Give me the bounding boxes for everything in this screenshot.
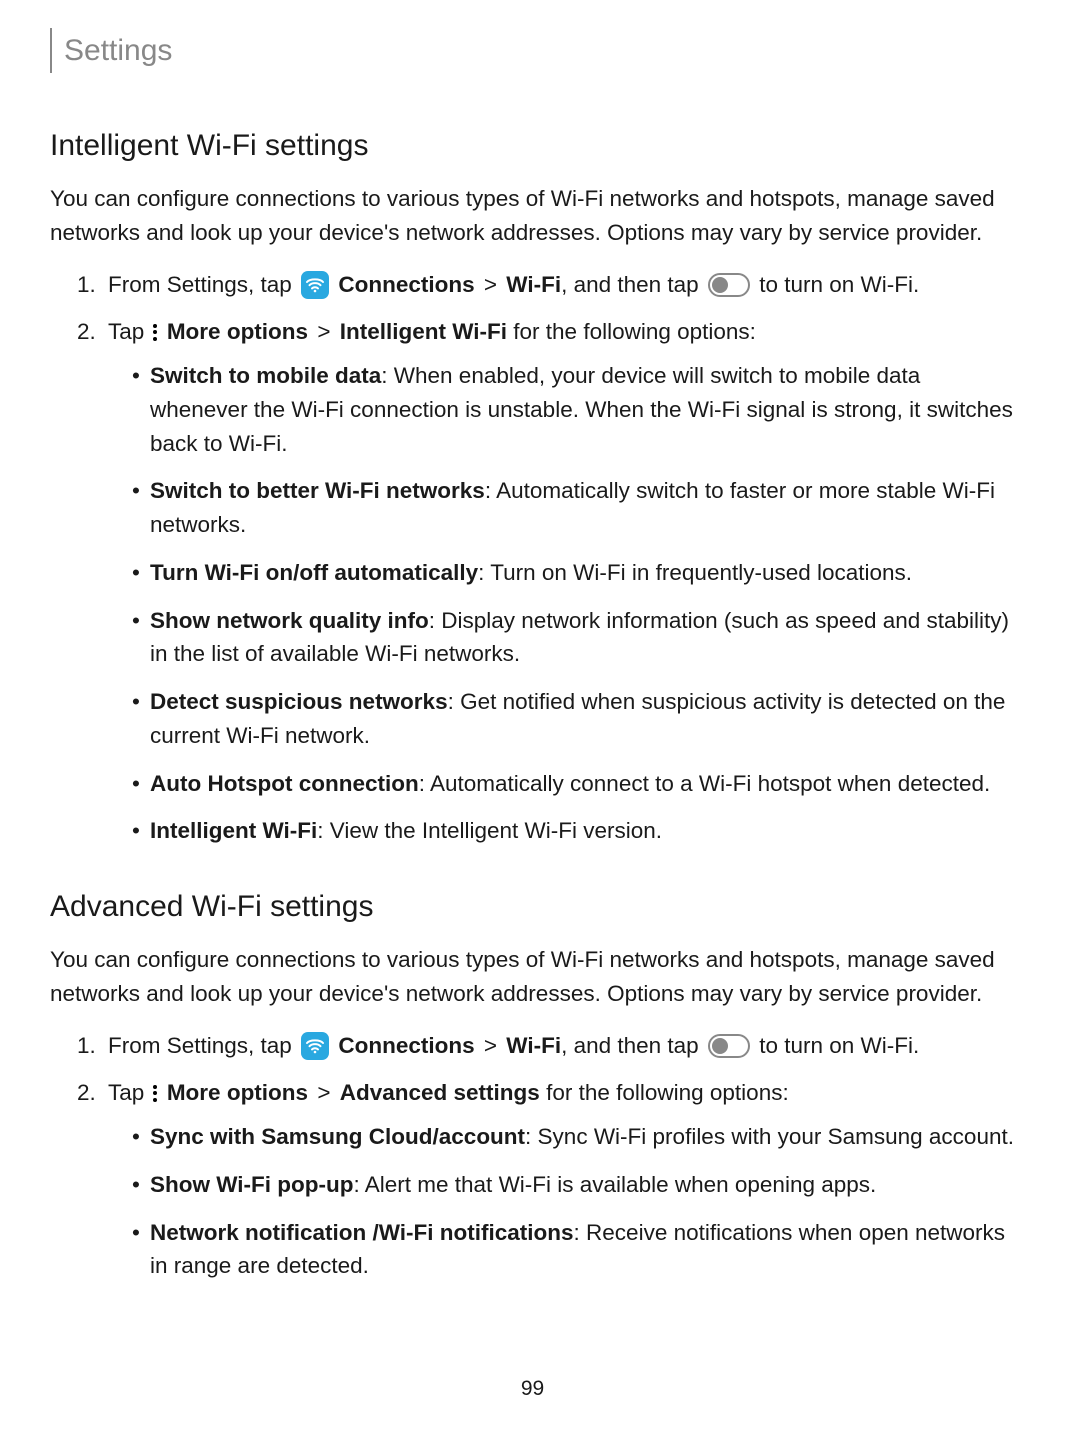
intelligent-wifi-section: Intelligent Wi-Fi settings You can confi… [50, 123, 1015, 848]
option-term: Sync with Samsung Cloud/account [150, 1124, 525, 1149]
option-term: Intelligent Wi-Fi [150, 818, 317, 843]
option-desc: : View the Intelligent Wi-Fi version. [317, 818, 662, 843]
separator: > [484, 272, 497, 297]
page-number: 99 [50, 1373, 1015, 1405]
option-term: Switch to better Wi-Fi networks [150, 478, 485, 503]
option-term: Network notification /Wi-Fi notification… [150, 1220, 574, 1245]
more-options-label: More options [167, 1080, 308, 1105]
toggle-icon [708, 1034, 750, 1058]
step-text: From Settings, tap [108, 272, 292, 297]
option-term: Show Wi-Fi pop-up [150, 1172, 354, 1197]
option-desc: : Sync Wi-Fi profiles with your Samsung … [525, 1124, 1014, 1149]
option-item: Turn Wi-Fi on/off automatically: Turn on… [150, 556, 1015, 590]
connections-label: Connections [338, 272, 474, 297]
option-term: Turn Wi-Fi on/off automatically [150, 560, 478, 585]
separator: > [317, 319, 330, 344]
step-text: to turn on Wi-Fi. [759, 272, 919, 297]
section-intro: You can configure connections to various… [50, 943, 1015, 1011]
more-options-icon [153, 324, 157, 341]
step-text: From Settings, tap [108, 1033, 292, 1058]
header-text: Settings [64, 34, 172, 67]
advanced-wifi-section: Advanced Wi-Fi settings You can configur… [50, 884, 1015, 1283]
option-item: Detect suspicious networks: Get notified… [150, 685, 1015, 753]
option-term: Switch to mobile data [150, 363, 381, 388]
page-header: Settings [50, 28, 1015, 73]
step-text: , and then tap [561, 1033, 699, 1058]
options-list: Sync with Samsung Cloud/account: Sync Wi… [108, 1120, 1015, 1283]
option-item: Sync with Samsung Cloud/account: Sync Wi… [150, 1120, 1015, 1154]
wifi-label: Wi-Fi [506, 1033, 561, 1058]
option-item: Show Wi-Fi pop-up: Alert me that Wi-Fi i… [150, 1168, 1015, 1202]
step-text: for the following options: [546, 1080, 789, 1105]
option-term: Auto Hotspot connection [150, 771, 419, 796]
target-label: Intelligent Wi-Fi [340, 319, 507, 344]
option-desc: : Automatically connect to a Wi-Fi hotsp… [419, 771, 991, 796]
toggle-icon [708, 273, 750, 297]
wifi-label: Wi-Fi [506, 272, 561, 297]
more-options-label: More options [167, 319, 308, 344]
steps-list: From Settings, tap Connections > Wi-Fi, … [50, 268, 1015, 849]
option-item: Show network quality info: Display netwo… [150, 604, 1015, 672]
option-item: Switch to mobile data: When enabled, you… [150, 359, 1015, 460]
option-item: Auto Hotspot connection: Automatically c… [150, 767, 1015, 801]
step-2: Tap More options > Intelligent Wi-Fi for… [102, 315, 1015, 848]
step-text: Tap [108, 319, 144, 344]
option-desc: : Alert me that Wi-Fi is available when … [354, 1172, 877, 1197]
step-2: Tap More options > Advanced settings for… [102, 1076, 1015, 1283]
step-text: for the following options: [513, 319, 756, 344]
option-term: Detect suspicious networks [150, 689, 448, 714]
connections-icon [301, 1032, 329, 1060]
option-item: Switch to better Wi-Fi networks: Automat… [150, 474, 1015, 542]
option-item: Network notification /Wi-Fi notification… [150, 1216, 1015, 1284]
separator: > [317, 1080, 330, 1105]
step-text: to turn on Wi-Fi. [759, 1033, 919, 1058]
connections-label: Connections [338, 1033, 474, 1058]
options-list: Switch to mobile data: When enabled, you… [108, 359, 1015, 848]
step-1: From Settings, tap Connections > Wi-Fi, … [102, 1029, 1015, 1063]
step-text: Tap [108, 1080, 144, 1105]
section-title: Intelligent Wi-Fi settings [50, 123, 1015, 168]
step-1: From Settings, tap Connections > Wi-Fi, … [102, 268, 1015, 302]
section-title: Advanced Wi-Fi settings [50, 884, 1015, 929]
option-item: Intelligent Wi-Fi: View the Intelligent … [150, 814, 1015, 848]
separator: > [484, 1033, 497, 1058]
target-label: Advanced settings [340, 1080, 540, 1105]
option-term: Show network quality info [150, 608, 429, 633]
connections-icon [301, 271, 329, 299]
step-text: , and then tap [561, 272, 699, 297]
steps-list: From Settings, tap Connections > Wi-Fi, … [50, 1029, 1015, 1284]
more-options-icon [153, 1085, 157, 1102]
option-desc: : Turn on Wi-Fi in frequently-used locat… [478, 560, 912, 585]
section-intro: You can configure connections to various… [50, 182, 1015, 250]
